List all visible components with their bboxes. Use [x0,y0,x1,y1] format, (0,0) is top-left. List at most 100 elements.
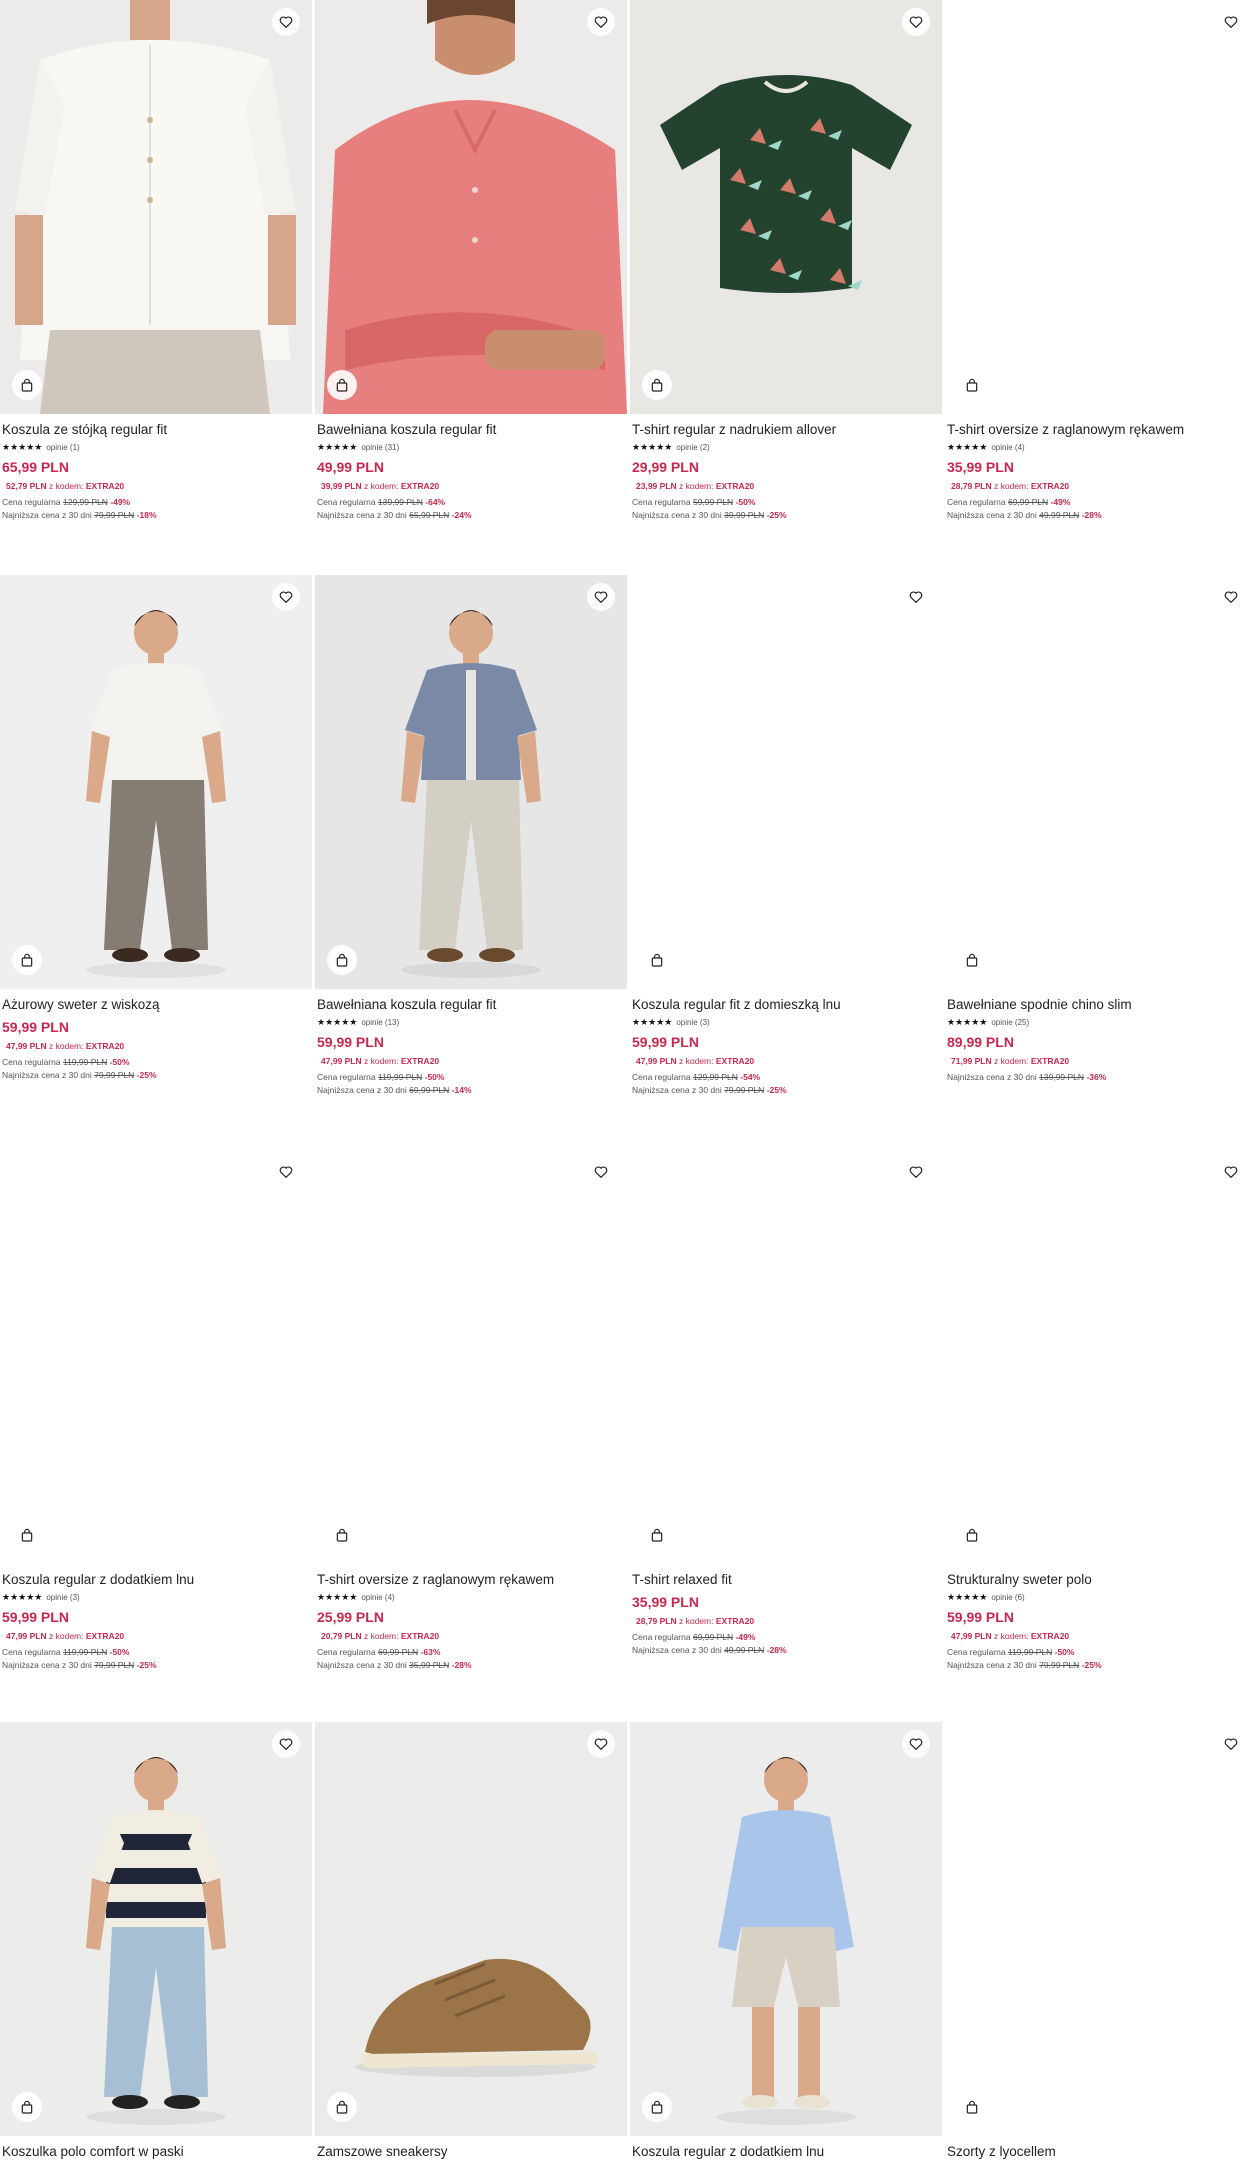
review-count[interactable]: opinie (4) [991,443,1024,452]
product-card[interactable]: Bawełniana koszula regular fit ★★★★★ opi… [315,575,627,1096]
product-image[interactable] [630,1722,942,2136]
add-to-cart-button[interactable] [957,945,987,975]
product-name[interactable]: Bawełniana koszula regular fit [317,996,625,1013]
wishlist-button[interactable] [902,1730,930,1758]
product-image[interactable] [0,575,312,989]
product-image[interactable] [630,0,942,414]
product-name[interactable]: Zamszowe sneakersy [317,2143,625,2160]
review-count[interactable]: opinie (2) [676,443,709,452]
product-image[interactable] [945,1722,1250,2136]
product-grid: Koszula ze stójką regular fit ★★★★★ opin… [0,0,1250,2161]
product-card[interactable]: Koszulka polo comfort w paski [0,1722,312,2160]
add-to-cart-button[interactable] [642,2092,672,2122]
product-image[interactable] [315,0,627,414]
product-image[interactable] [630,1150,942,1564]
product-card[interactable]: T-shirt relaxed fit 35,99 PLN 28,79 PLN z… [630,1150,942,1656]
add-to-cart-button[interactable] [957,370,987,400]
product-name[interactable]: T-shirt oversize z raglanowym rękawem [317,1571,625,1588]
product-card[interactable]: T-shirt regular z nadrukiem allover ★★★★… [630,0,942,521]
product-card[interactable]: Zamszowe sneakersy [315,1722,627,2160]
wishlist-button[interactable] [902,8,930,36]
product-name[interactable]: T-shirt relaxed fit [632,1571,940,1588]
wishlist-button[interactable] [902,1158,930,1186]
add-to-cart-button[interactable] [642,1520,672,1550]
add-to-cart-button[interactable] [12,945,42,975]
product-card[interactable]: Koszula ze stójką regular fit ★★★★★ opin… [0,0,312,521]
wishlist-button[interactable] [587,8,615,36]
wishlist-button[interactable] [587,583,615,611]
add-to-cart-button[interactable] [327,945,357,975]
wishlist-button[interactable] [587,1158,615,1186]
product-card[interactable]: Koszula regular fit z domieszką lnu ★★★★… [630,575,942,1096]
wishlist-button[interactable] [272,1730,300,1758]
product-image[interactable] [0,1722,312,2136]
review-count[interactable]: opinie (1) [46,443,79,452]
regular-price-label: Cena regularna [632,1632,691,1642]
product-card[interactable]: Bawełniane spodnie chino slim ★★★★★ opin… [945,575,1250,1083]
add-to-cart-button[interactable] [12,370,42,400]
product-name[interactable]: Koszulka polo comfort w paski [2,2143,310,2160]
add-to-cart-button[interactable] [327,1520,357,1550]
product-card[interactable]: Koszula regular z dodatkiem lnu ★★★★★ op… [0,1150,312,1671]
product-name[interactable]: Ażurowy sweter z wiskozą [2,996,310,1013]
promo-code-price: 28,79 PLN z kodem: EXTRA20 [632,1616,940,1627]
product-name[interactable]: Bawełniane spodnie chino slim [947,996,1250,1013]
review-count[interactable]: opinie (4) [361,1593,394,1602]
product-name[interactable]: T-shirt regular z nadrukiem allover [632,421,940,438]
product-card[interactable]: Koszula regular z dodatkiem lnu [630,1722,942,2160]
product-name[interactable]: Szorty z lyocellem [947,2143,1250,2160]
product-image[interactable] [315,1722,627,2136]
add-to-cart-button[interactable] [327,2092,357,2122]
heart-icon [1223,14,1239,30]
add-to-cart-button[interactable] [12,2092,42,2122]
product-name[interactable]: Koszula ze stójką regular fit [2,421,310,438]
product-image[interactable] [315,575,627,989]
review-count[interactable]: opinie (3) [46,1593,79,1602]
product-card[interactable]: Strukturalny sweter polo ★★★★★ opinie (6… [945,1150,1250,1671]
star-icon: ★★★★★ [317,442,358,452]
product-name[interactable]: Koszula regular z dodatkiem lnu [632,2143,940,2160]
product-image[interactable] [0,0,312,414]
wishlist-button[interactable] [1217,8,1245,36]
product-image[interactable] [945,575,1250,989]
add-to-cart-button[interactable] [957,2092,987,2122]
promo-code: EXTRA20 [715,1056,755,1066]
wishlist-button[interactable] [1217,583,1245,611]
regular-price-line: Cena regularna 119,99 PLN -50% [2,1057,310,1068]
review-count[interactable]: opinie (13) [361,1018,399,1027]
add-to-cart-button[interactable] [327,370,357,400]
review-count[interactable]: opinie (6) [991,1593,1024,1602]
product-image[interactable] [945,0,1250,414]
wishlist-button[interactable] [272,8,300,36]
regular-price-line: Cena regularna 69,99 PLN -63% [317,1647,625,1658]
wishlist-button[interactable] [902,583,930,611]
product-name[interactable]: Koszula regular z dodatkiem lnu [2,1571,310,1588]
wishlist-button[interactable] [1217,1158,1245,1186]
wishlist-button[interactable] [272,1158,300,1186]
shopping-bag-icon [649,2099,665,2115]
review-count[interactable]: opinie (25) [991,1018,1029,1027]
product-card[interactable]: Ażurowy sweter z wiskozą 59,99 PLN 47,99 … [0,575,312,1081]
product-name[interactable]: T-shirt oversize z raglanowym rękawem [947,421,1250,438]
product-image[interactable] [0,1150,312,1564]
product-image[interactable] [630,575,942,989]
add-to-cart-button[interactable] [642,370,672,400]
product-image[interactable] [945,1150,1250,1564]
add-to-cart-button[interactable] [642,945,672,975]
wishlist-button[interactable] [1217,1730,1245,1758]
add-to-cart-button[interactable] [957,1520,987,1550]
product-card[interactable]: Bawełniana koszula regular fit ★★★★★ opi… [315,0,627,521]
product-card[interactable]: Szorty z lyocellem [945,1722,1250,2160]
product-image[interactable] [315,1150,627,1564]
wishlist-button[interactable] [272,583,300,611]
product-name[interactable]: Bawełniana koszula regular fit [317,421,625,438]
product-name[interactable]: Strukturalny sweter polo [947,1571,1250,1588]
review-count[interactable]: opinie (3) [676,1018,709,1027]
product-name[interactable]: Koszula regular fit z domieszką lnu [632,996,940,1013]
wishlist-button[interactable] [587,1730,615,1758]
product-card[interactable]: T-shirt oversize z raglanowym rękawem ★★… [315,1150,627,1671]
product-card[interactable]: T-shirt oversize z raglanowym rękawem ★★… [945,0,1250,521]
add-to-cart-button[interactable] [12,1520,42,1550]
lowest-price-line: Najniższa cena z 30 dni 49,99 PLN -28% [947,510,1250,521]
review-count[interactable]: opinie (31) [361,443,399,452]
